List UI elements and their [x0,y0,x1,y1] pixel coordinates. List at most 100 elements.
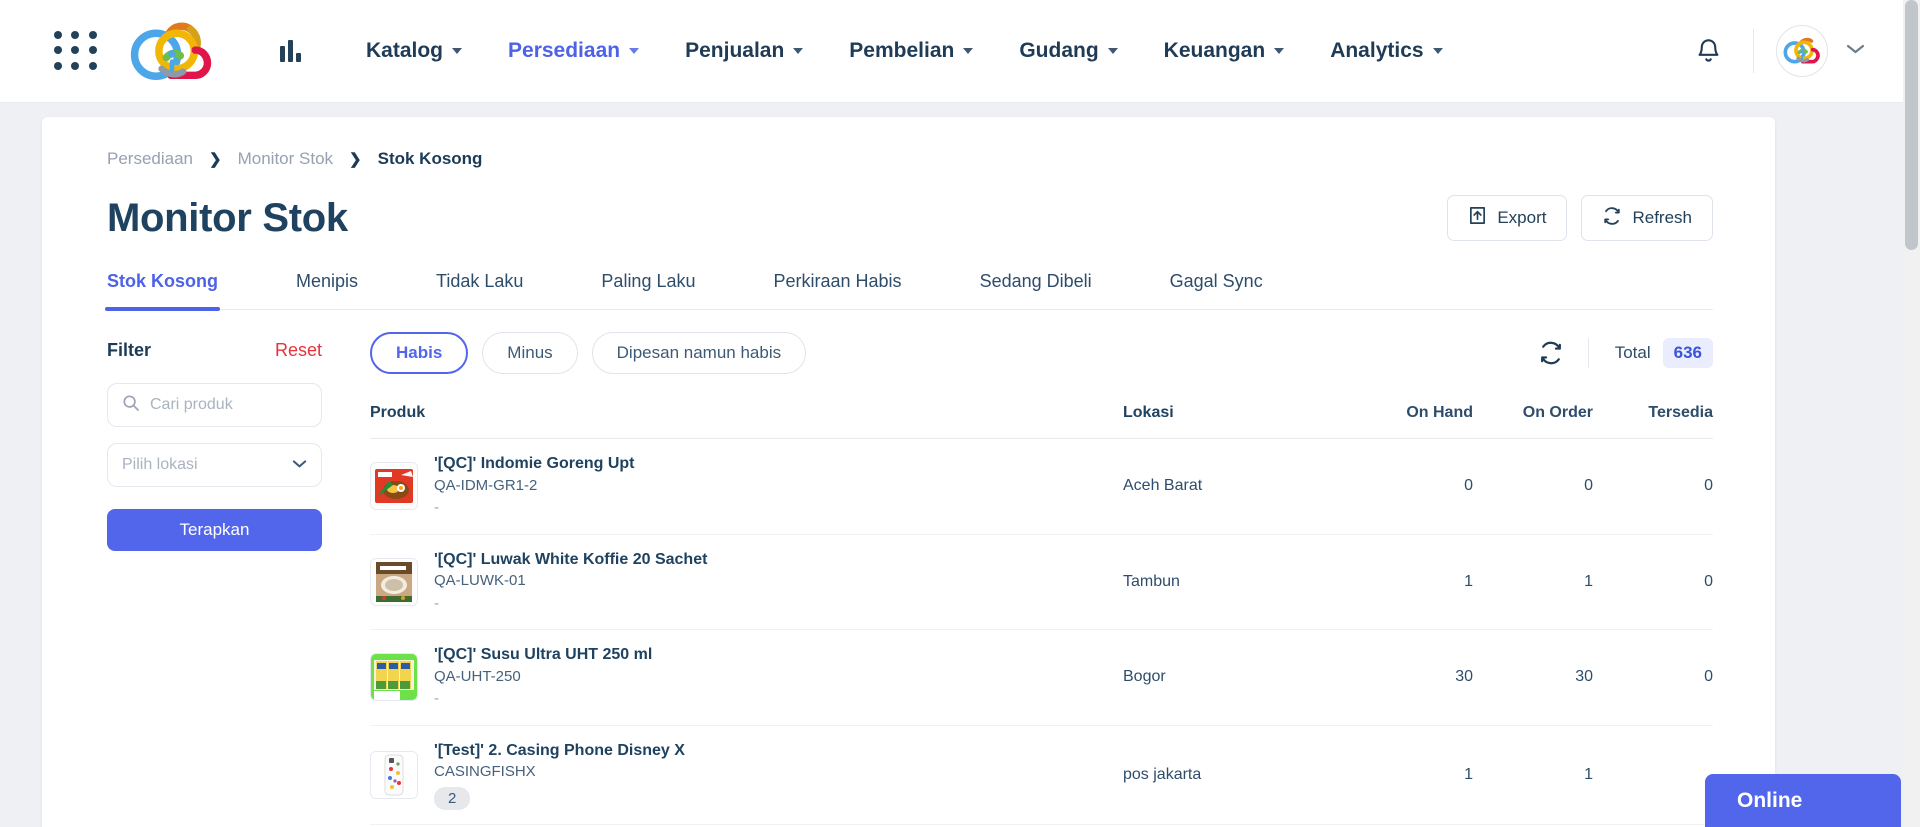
tab-stok-kosong[interactable]: Stok Kosong [107,271,218,309]
breadcrumb-separator: ❯ [209,150,222,168]
tab-sedang-dibeli[interactable]: Sedang Dibeli [980,271,1092,309]
location-select[interactable]: Pilih lokasi [107,443,322,487]
content-split: Filter Reset Pilih lokasi [42,310,1775,825]
table-row[interactable]: '[Test]' 2. Casing Phone Disney X CASING… [370,725,1713,824]
column-header-on-order[interactable]: On Order [1473,404,1593,439]
column-header-tersedia[interactable]: Tersedia [1593,404,1713,439]
breadcrumb-item-persediaan[interactable]: Persediaan [107,149,193,169]
page-scrollbar-track[interactable] [1903,0,1920,827]
apps-grid-icon[interactable] [54,31,100,71]
product-info: '[Test]' 2. Casing Phone Disney X CASING… [434,740,685,810]
chevron-down-icon [292,456,307,474]
table-row[interactable]: '[QC]' Luwak White Koffie 20 Sachet QA-L… [370,534,1713,630]
pill-habis[interactable]: Habis [370,332,468,374]
nav-item-penjualan[interactable]: Penjualan [662,39,826,63]
page-header-row: Monitor Stok Export [42,169,1775,241]
vertical-divider [1753,29,1754,73]
chevron-down-icon [1433,48,1443,54]
refresh-circular-arrow-icon[interactable] [1538,340,1564,366]
user-avatar-icon[interactable] [1776,25,1828,77]
product-sku: QA-UHT-250 [434,666,652,689]
cell-on-hand: 1 [1353,534,1473,630]
table-row[interactable]: '[QC]' Indomie Goreng Upt QA-IDM-GR1-2 -… [370,439,1713,535]
filter-reset-link[interactable]: Reset [275,340,322,361]
product-name: '[QC]' Indomie Goreng Upt [434,453,634,475]
tab-gagal-sync[interactable]: Gagal Sync [1170,271,1263,309]
total-value-badge: 636 [1663,338,1713,368]
search-input-wrapper[interactable] [107,383,322,427]
refresh-button-label: Refresh [1632,208,1692,228]
nav-item-keuangan[interactable]: Keuangan [1141,39,1308,63]
tab-perkiraan-habis[interactable]: Perkiraan Habis [774,271,902,309]
product-sku: CASINGFISHX [434,761,685,784]
refresh-button[interactable]: Refresh [1581,195,1713,241]
pill-dipesan-namun-habis[interactable]: Dipesan namun habis [592,332,806,374]
column-header-produk[interactable]: Produk [370,404,1123,439]
top-navigation-bar: Katalog Persediaan Penjualan Pembelian G… [0,0,1903,103]
product-sku: QA-IDM-GR1-2 [434,475,634,498]
location-select-placeholder: Pilih lokasi [122,456,198,474]
chevron-down-icon [452,48,462,54]
nav-item-label: Analytics [1330,39,1423,63]
export-button[interactable]: Export [1447,195,1567,241]
cell-lokasi: pos jakarta [1123,725,1353,824]
breadcrumb-item-stok-kosong: Stok Kosong [378,149,483,169]
monitor-tabs: Stok Kosong Menipis Tidak Laku Paling La… [107,271,1713,310]
table-row[interactable]: '[QC]' Susu Ultra UHT 250 ml QA-UHT-250 … [370,630,1713,726]
page-title: Monitor Stok [107,196,348,241]
tab-menipis[interactable]: Menipis [296,271,358,309]
cell-on-hand: 0 [1353,439,1473,535]
chevron-down-icon[interactable] [1846,42,1865,60]
stock-table: Produk Lokasi On Hand On Order Tersedia [370,404,1713,825]
pill-minus[interactable]: Minus [482,332,577,374]
cloud-logo-icon[interactable] [128,19,214,83]
product-name: '[QC]' Susu Ultra UHT 250 ml [434,644,652,666]
column-header-lokasi[interactable]: Lokasi [1123,404,1353,439]
cell-tersedia [1593,725,1713,824]
cell-tersedia: 0 [1593,534,1713,630]
table-area: Habis Minus Dipesan namun habis Total [322,310,1775,825]
table-head: Produk Lokasi On Hand On Order Tersedia [370,404,1713,439]
product-name: '[QC]' Luwak White Koffie 20 Sachet [434,549,707,571]
total-counter: Total 636 [1588,338,1713,368]
cell-on-order: 1 [1473,534,1593,630]
page-card: Persediaan ❯ Monitor Stok ❯ Stok Kosong … [42,117,1775,827]
product-cell: '[QC]' Indomie Goreng Upt QA-IDM-GR1-2 - [370,453,1123,520]
breadcrumb-separator: ❯ [349,150,362,168]
product-info: '[QC]' Indomie Goreng Upt QA-IDM-GR1-2 - [434,453,634,520]
product-info: '[QC]' Luwak White Koffie 20 Sachet QA-L… [434,549,707,616]
cell-lokasi: Aceh Barat [1123,439,1353,535]
tab-paling-laku[interactable]: Paling Laku [601,271,695,309]
cell-lokasi: Tambun [1123,534,1353,630]
product-cell: '[QC]' Susu Ultra UHT 250 ml QA-UHT-250 … [370,644,1123,711]
nav-item-gudang[interactable]: Gudang [996,39,1140,63]
main-nav: Katalog Persediaan Penjualan Pembelian G… [280,39,1466,63]
indomie-goreng-packet-image [370,462,418,510]
breadcrumb-item-monitor-stok[interactable]: Monitor Stok [238,149,333,169]
nav-item-persediaan[interactable]: Persediaan [485,39,662,63]
breadcrumb: Persediaan ❯ Monitor Stok ❯ Stok Kosong [42,117,1775,169]
apply-filter-button[interactable]: Terapkan [107,509,322,551]
export-upload-icon [1468,206,1487,230]
bar-chart-icon[interactable] [280,40,301,62]
nav-item-analytics[interactable]: Analytics [1307,39,1465,63]
tab-tidak-laku[interactable]: Tidak Laku [436,271,523,309]
table-header-row: Produk Lokasi On Hand On Order Tersedia [370,404,1713,439]
column-header-on-hand[interactable]: On Hand [1353,404,1473,439]
table-toolbar-right: Total 636 [1538,338,1713,368]
nav-item-label: Persediaan [508,39,620,63]
search-input[interactable] [150,396,307,414]
nav-item-label: Pembelian [849,39,954,63]
product-name: '[Test]' 2. Casing Phone Disney X [434,740,685,762]
online-chat-widget[interactable]: Online [1705,774,1901,827]
nav-item-pembelian[interactable]: Pembelian [826,39,996,63]
page-scrollbar-thumb[interactable] [1905,0,1918,250]
product-sku: QA-LUWK-01 [434,570,707,593]
chevron-down-icon [963,48,973,54]
notification-bell-icon[interactable] [1685,28,1731,74]
nav-item-katalog[interactable]: Katalog [343,39,485,63]
product-cell: '[QC]' Luwak White Koffie 20 Sachet QA-L… [370,549,1123,616]
export-button-label: Export [1497,208,1546,228]
search-icon [122,394,140,417]
page-actions: Export Refresh [1447,195,1713,241]
